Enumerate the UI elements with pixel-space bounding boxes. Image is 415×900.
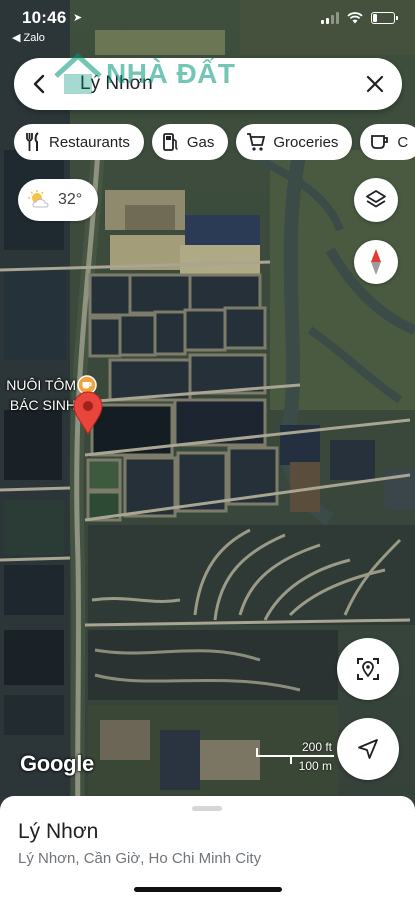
battery-icon (371, 12, 398, 24)
gas-pump-icon (162, 133, 178, 151)
poi-label[interactable]: NUÔI TÔM BÁC SINH (0, 375, 76, 415)
chip-groceries[interactable]: Groceries (236, 124, 353, 160)
location-search-icon (357, 658, 379, 680)
my-location-button[interactable] (337, 718, 399, 780)
chip-label: Restaurants (49, 133, 130, 151)
battery-level (373, 14, 377, 22)
status-bar: 10:46 ➤ ◀ Zalo (0, 0, 415, 46)
scale-tick (290, 755, 292, 764)
compass-icon (371, 249, 381, 275)
map-pin-icon[interactable] (72, 391, 104, 435)
location-arrow-icon: ➤ (73, 12, 83, 24)
search-bar[interactable]: Lý Nhơn (14, 58, 402, 110)
compass-button[interactable] (354, 240, 398, 284)
status-time: 10:46 (22, 8, 67, 27)
scale-bar (256, 755, 334, 757)
place-title: Lý Nhơn (18, 820, 99, 843)
navigation-arrow-icon (358, 739, 378, 759)
chip-restaurants[interactable]: Restaurants (14, 124, 144, 160)
poi-label-line2: BÁC SINH (9, 397, 76, 413)
sheet-drag-handle[interactable] (192, 806, 222, 811)
wifi-icon (347, 12, 363, 24)
coffee-icon (371, 135, 389, 149)
weather-chip[interactable]: 32° (18, 179, 98, 221)
close-icon[interactable] (364, 73, 386, 95)
scale-feet: 200 ft (301, 740, 332, 754)
layers-icon (366, 190, 386, 208)
cellular-signal-icon (321, 12, 339, 24)
layers-button[interactable] (354, 178, 398, 222)
google-logo: Google (20, 751, 94, 776)
chip-label: Groceries (273, 133, 339, 151)
category-chips: Restaurants Gas Groceries C (14, 124, 415, 160)
home-indicator[interactable] (134, 887, 282, 892)
scale-meters: 100 m (298, 759, 332, 773)
chip-label: C (397, 133, 409, 151)
status-icons (321, 12, 398, 24)
cart-icon (247, 133, 266, 151)
restaurant-icon (26, 132, 39, 151)
map-scale: 200 ft 100 m (256, 740, 336, 774)
search-this-area-button[interactable] (337, 638, 399, 700)
place-bottom-sheet[interactable]: Lý Nhơn Lý Nhơn, Cần Giờ, Ho Chi Minh Ci… (0, 796, 415, 900)
chip-coffee[interactable]: C (360, 124, 415, 160)
chip-gas[interactable]: Gas (151, 124, 229, 160)
back-arrow-icon[interactable] (28, 72, 52, 96)
weather-temp: 32° (58, 191, 83, 208)
chip-label: Gas (186, 133, 215, 151)
back-to-app-link[interactable]: ◀ Zalo (12, 31, 45, 44)
place-address: Lý Nhơn, Cần Giờ, Ho Chi Minh City (18, 850, 262, 867)
search-query[interactable]: Lý Nhơn (80, 73, 153, 95)
poi-label-line1: NUÔI TÔM (6, 377, 76, 393)
sun-cloud-icon (28, 190, 49, 208)
